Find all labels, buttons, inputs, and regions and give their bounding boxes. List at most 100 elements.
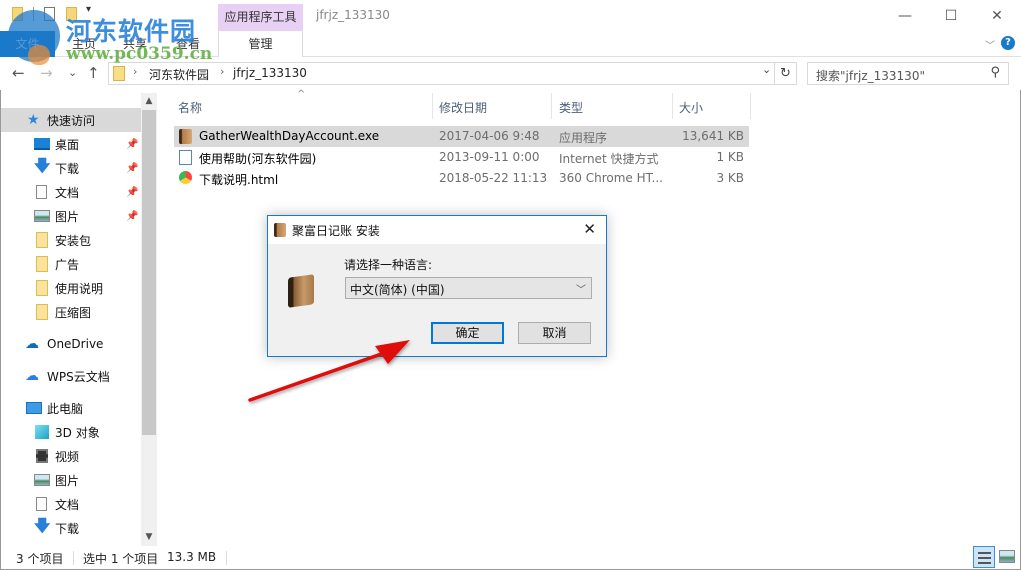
- tab-share[interactable]: 共享: [123, 31, 147, 57]
- pin-icon[interactable]: 📌: [126, 211, 138, 222]
- details-view-button[interactable]: [973, 546, 995, 568]
- file-type: Internet 快捷方式: [559, 152, 659, 166]
- address-row: ← → ⌄ ↑ › 河东软件园 › jfrjz_133130 ⌄ ↻ 搜索"jf…: [0, 58, 1021, 90]
- sidebar-item-folder[interactable]: 广告: [1, 252, 141, 276]
- column-divider[interactable]: [432, 93, 433, 119]
- sidebar-item-onedrive[interactable]: ☁ OneDrive: [1, 332, 141, 356]
- sidebar-item-folder[interactable]: 使用说明: [1, 276, 141, 300]
- breadcrumb-item[interactable]: jfrjz_133130: [233, 66, 307, 80]
- wps-cloud-icon: ☁: [25, 368, 39, 384]
- sidebar-item-videos[interactable]: 视频: [1, 444, 141, 468]
- back-button[interactable]: ←: [12, 64, 25, 82]
- maximize-button[interactable]: ☐: [928, 0, 974, 31]
- file-name: 使用帮助(河东软件园): [199, 152, 317, 166]
- file-type: 应用程序: [559, 131, 608, 145]
- scroll-up-button[interactable]: ▲: [141, 93, 157, 110]
- sidebar-item-downloads[interactable]: 🡇 下载: [1, 516, 141, 540]
- sidebar-item-folder[interactable]: 压缩图: [1, 300, 141, 324]
- up-button[interactable]: ↑: [87, 64, 100, 82]
- dialog-close-button[interactable]: ✕: [583, 220, 596, 238]
- recent-locations-button[interactable]: ⌄: [68, 66, 77, 79]
- folder-icon[interactable]: [12, 7, 23, 21]
- file-size: 13,641 KB: [682, 129, 744, 143]
- sidebar-scrollbar[interactable]: ▲ ▼: [141, 93, 157, 546]
- close-button[interactable]: ✕: [974, 0, 1020, 31]
- sidebar-item-desktop[interactable]: 桌面 📌: [1, 132, 141, 156]
- pin-icon[interactable]: 📌: [126, 163, 138, 174]
- column-divider[interactable]: [672, 93, 673, 119]
- sidebar-item-pictures[interactable]: 图片 📌: [1, 204, 141, 228]
- sidebar-item-label: 使用说明: [55, 281, 104, 296]
- sidebar-item-pictures[interactable]: 图片: [1, 468, 141, 492]
- pin-icon[interactable]: 📌: [126, 187, 138, 198]
- chrome-html-icon: [179, 171, 192, 184]
- search-icon[interactable]: ⚲: [990, 65, 1000, 80]
- chevron-down-icon[interactable]: ﹀: [985, 37, 995, 52]
- app-book-icon: [274, 223, 286, 237]
- ok-button[interactable]: 确定: [431, 322, 504, 344]
- sidebar-item-this-pc[interactable]: 此电脑: [1, 396, 141, 420]
- folder-icon: [113, 66, 125, 81]
- cancel-button[interactable]: 取消: [518, 322, 591, 344]
- dialog-title-bar: 聚富日记账 安装 ✕: [268, 216, 606, 244]
- app-book-icon: [288, 274, 314, 308]
- column-header-name[interactable]: 名称: [178, 99, 202, 116]
- folder-icon: [36, 232, 48, 248]
- sidebar-item-downloads[interactable]: 🡇 下载 📌: [1, 156, 141, 180]
- breadcrumb-separator[interactable]: ›: [133, 65, 137, 78]
- sidebar-item-quick-access[interactable]: ★ 快速访问: [1, 108, 141, 132]
- sidebar-item-documents[interactable]: 文档 📌: [1, 180, 141, 204]
- file-row[interactable]: GatherWealthDayAccount.exe 2017-04-06 9:…: [174, 126, 749, 147]
- app-book-icon: [179, 129, 192, 144]
- customize-qat-icon[interactable]: ▾: [86, 4, 91, 15]
- forward-button[interactable]: →: [40, 64, 53, 82]
- scroll-down-button[interactable]: ▼: [141, 529, 157, 546]
- breadcrumb-item[interactable]: 河东软件园: [149, 66, 209, 83]
- language-select[interactable]: 中文(简体) (中国) ﹀: [345, 277, 592, 299]
- address-bar[interactable]: › 河东软件园 › jfrjz_133130: [108, 62, 775, 85]
- tab-file[interactable]: 文件: [0, 31, 55, 57]
- large-icons-view-button[interactable]: [999, 550, 1015, 563]
- search-input[interactable]: 搜索"jfrjz_133130" ⚲: [807, 62, 1009, 85]
- sidebar-item-folder[interactable]: 安装包: [1, 228, 141, 252]
- sidebar-item-label: 下载: [55, 521, 80, 536]
- folder-icon: [36, 256, 48, 272]
- star-icon: ★: [27, 112, 40, 128]
- tab-view[interactable]: 查看: [176, 31, 200, 57]
- navigation-pane: ★ 快速访问 桌面 📌 🡇 下载 📌 文档 📌 图片 📌 安装包 广告 使用说明…: [0, 90, 141, 546]
- folder-icon: [36, 280, 48, 296]
- breadcrumb-separator[interactable]: ›: [220, 65, 224, 78]
- internet-shortcut-icon: [179, 150, 192, 165]
- tab-manage[interactable]: 管理: [218, 31, 303, 57]
- sidebar-item-3d-objects[interactable]: 3D 对象: [1, 420, 141, 444]
- file-row[interactable]: 使用帮助(河东软件园) 2013-09-11 0:00 Internet 快捷方…: [174, 147, 749, 168]
- file-date: 2018-05-22 11:13: [439, 171, 548, 185]
- selected-size: 13.3 MB: [167, 550, 217, 564]
- sidebar-item-wps-cloud[interactable]: ☁ WPS云文档: [1, 364, 141, 388]
- properties-icon[interactable]: [44, 7, 55, 21]
- column-divider[interactable]: [750, 93, 751, 119]
- tab-home[interactable]: 主页: [72, 31, 96, 57]
- sidebar-item-documents[interactable]: 文档: [1, 492, 141, 516]
- column-header-type[interactable]: 类型: [559, 99, 583, 116]
- new-folder-icon[interactable]: [66, 7, 77, 21]
- address-dropdown-icon[interactable]: ⌄: [762, 63, 771, 76]
- refresh-button[interactable]: ↻: [775, 62, 797, 85]
- file-name: GatherWealthDayAccount.exe: [199, 129, 380, 143]
- column-header-size[interactable]: 大小: [679, 99, 703, 116]
- scrollbar-thumb[interactable]: [142, 110, 156, 435]
- file-row[interactable]: 下载说明.html 2018-05-22 11:13 360 Chrome HT…: [174, 168, 749, 189]
- minimize-button[interactable]: —: [882, 0, 928, 31]
- pin-icon[interactable]: 📌: [126, 139, 138, 150]
- dialog-title: 聚富日记账 安装: [292, 224, 380, 238]
- column-divider[interactable]: [551, 93, 552, 119]
- window-title: jfrjz_133130: [316, 8, 390, 22]
- download-icon: 🡇: [34, 155, 51, 175]
- help-icon[interactable]: ?: [1001, 36, 1015, 50]
- sidebar-item-label: OneDrive: [47, 337, 104, 351]
- file-date: 2017-04-06 9:48: [439, 129, 540, 143]
- document-icon: [36, 497, 47, 511]
- desktop-icon: [34, 138, 50, 150]
- column-header-date[interactable]: 修改日期: [439, 99, 487, 116]
- sidebar-item-label: 压缩图: [55, 305, 92, 320]
